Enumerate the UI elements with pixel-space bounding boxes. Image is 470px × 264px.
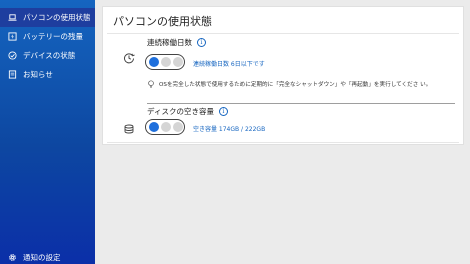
uptime-level-indicator <box>145 54 185 70</box>
sidebar-item-label: 通知の設定 <box>23 253 61 262</box>
level-dot <box>173 122 183 132</box>
sidebar-item-label: お知らせ <box>23 70 53 79</box>
level-dot <box>161 122 171 132</box>
section-title-uptime: 連続稼働日数 i <box>147 37 206 48</box>
lightbulb-icon <box>148 80 154 88</box>
sidebar-item-label: バッテリーの残量 <box>23 32 83 41</box>
laptop-icon <box>7 13 17 23</box>
sidebar-item-notification-settings[interactable]: 通知の設定 <box>0 248 95 264</box>
gear-icon <box>7 253 17 263</box>
divider <box>107 142 459 143</box>
page-title: パソコンの使用状態 <box>113 15 212 28</box>
device-status-icon <box>7 51 17 61</box>
level-dot <box>161 57 171 67</box>
uptime-value: 連続稼働日数 6日以下です <box>193 61 265 68</box>
disk-value: 空き容量 174GB / 222GB <box>193 126 266 133</box>
clock-icon <box>123 49 135 64</box>
hint-text: OSを完全した状態で使用するために定期的に「完全なシャットダウン」や「再起動」を… <box>159 82 432 88</box>
usage-panel: パソコンの使用状態 連続稼働日数 i 連続稼働日数 6日以下です OSを完全した… <box>102 6 464 145</box>
sidebar-item-device-status[interactable]: デバイスの状態 <box>0 46 95 65</box>
battery-icon <box>7 32 17 42</box>
sidebar-item-label: デバイスの状態 <box>23 51 76 60</box>
uptime-hint: OSを完全した状態で使用するために定期的に「完全なシャットダウン」や「再起動」を… <box>147 80 431 88</box>
info-icon[interactable]: i <box>218 107 228 116</box>
level-dot <box>149 57 159 67</box>
sidebar-item-pc-usage[interactable]: パソコンの使用状態 <box>0 8 95 27</box>
info-icon[interactable]: i <box>197 38 206 47</box>
sidebar-item-label: パソコンの使用状態 <box>23 13 91 22</box>
notice-icon <box>7 70 17 80</box>
sidebar-item-notices[interactable]: お知らせ <box>0 65 95 84</box>
level-dot <box>173 57 183 67</box>
sidebar-item-battery[interactable]: バッテリーの残量 <box>0 27 95 46</box>
sidebar: パソコンの使用状態 バッテリーの残量 デバイスの状態 お知らせ 通知の設定 <box>0 0 95 264</box>
divider <box>147 103 455 104</box>
disk-icon <box>123 120 135 134</box>
divider <box>107 33 459 34</box>
section-title-disk: ディスクの空き容量 i <box>147 106 228 117</box>
disk-level-indicator <box>145 119 185 135</box>
level-dot <box>149 122 159 132</box>
